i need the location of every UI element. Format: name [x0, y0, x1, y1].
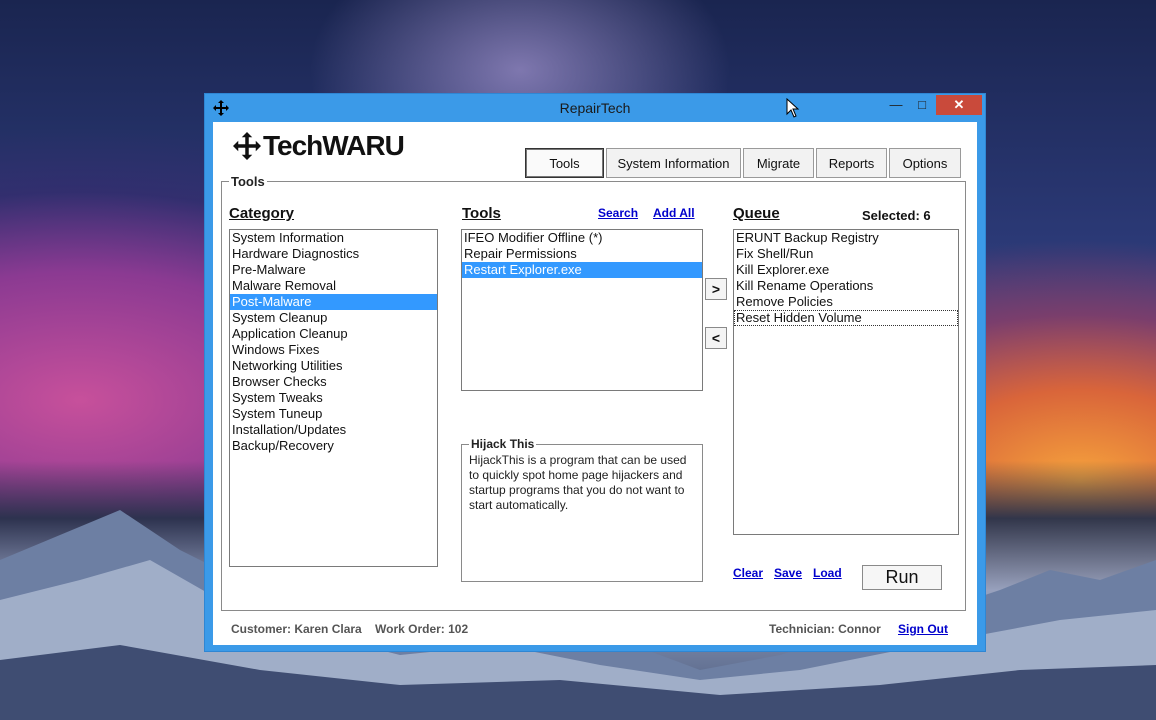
- tool-description-groupbox: Hijack This HijackThis is a program that…: [461, 437, 703, 582]
- technician-label: Technician: Connor: [769, 622, 881, 636]
- tool-item-selected[interactable]: Restart Explorer.exe: [462, 262, 702, 278]
- tools-group-legend: Tools: [229, 174, 267, 189]
- minimize-button[interactable]: —: [883, 95, 909, 115]
- category-item[interactable]: Networking Utilities: [230, 358, 437, 374]
- save-queue-link[interactable]: Save: [774, 566, 802, 580]
- category-item-selected[interactable]: Post-Malware: [230, 294, 437, 310]
- queue-item[interactable]: Remove Policies: [734, 294, 958, 310]
- sign-out-link[interactable]: Sign Out: [898, 622, 948, 636]
- repairtech-window: RepairTech — □ ✕ TechWARU Tools System I…: [204, 93, 986, 652]
- tools-groupbox: Tools Category System Information Hardwa…: [221, 174, 966, 611]
- logo-icon: [233, 132, 261, 160]
- queue-header: Queue: [733, 205, 780, 222]
- remove-from-queue-button[interactable]: <: [705, 327, 727, 349]
- queue-item[interactable]: Kill Explorer.exe: [734, 262, 958, 278]
- run-button[interactable]: Run: [862, 565, 942, 590]
- queue-item[interactable]: Kill Rename Operations: [734, 278, 958, 294]
- logo-text: TechWARU: [263, 130, 405, 161]
- category-item[interactable]: System Tweaks: [230, 390, 437, 406]
- queue-listbox[interactable]: ERUNT Backup Registry Fix Shell/Run Kill…: [733, 229, 959, 535]
- mouse-cursor-icon: [786, 98, 800, 118]
- clear-queue-link[interactable]: Clear: [733, 566, 763, 580]
- work-order-label: Work Order: 102: [375, 622, 469, 636]
- client-area: TechWARU Tools System Information Migrat…: [213, 122, 977, 645]
- tab-reports[interactable]: Reports: [816, 148, 887, 178]
- tab-options[interactable]: Options: [889, 148, 961, 178]
- add-all-link[interactable]: Add All: [653, 206, 695, 220]
- tool-item[interactable]: IFEO Modifier Offline (*): [462, 230, 702, 246]
- tab-migrate[interactable]: Migrate: [743, 148, 814, 178]
- tab-tools[interactable]: Tools: [525, 148, 604, 178]
- tool-description-title: Hijack This: [469, 437, 537, 451]
- queue-item[interactable]: Fix Shell/Run: [734, 246, 958, 262]
- maximize-button[interactable]: □: [909, 95, 935, 115]
- customer-label: Customer: Karen Clara: [231, 622, 362, 636]
- category-item[interactable]: Backup/Recovery: [230, 438, 437, 454]
- category-item[interactable]: Malware Removal: [230, 278, 437, 294]
- tools-header: Tools: [462, 205, 501, 222]
- category-item[interactable]: System Cleanup: [230, 310, 437, 326]
- category-item[interactable]: Browser Checks: [230, 374, 437, 390]
- queue-selected-count: Selected: 6: [862, 208, 931, 223]
- tab-system-information[interactable]: System Information: [606, 148, 741, 178]
- tools-listbox[interactable]: IFEO Modifier Offline (*) Repair Permiss…: [461, 229, 703, 391]
- category-header: Category: [229, 205, 295, 222]
- window-title: RepairTech: [559, 100, 631, 116]
- logo: TechWARU: [233, 130, 405, 162]
- load-queue-link[interactable]: Load: [813, 566, 842, 580]
- queue-item[interactable]: ERUNT Backup Registry: [734, 230, 958, 246]
- category-item[interactable]: Pre-Malware: [230, 262, 437, 278]
- close-button[interactable]: ✕: [936, 95, 982, 115]
- search-link[interactable]: Search: [598, 206, 638, 220]
- tool-item[interactable]: Repair Permissions: [462, 246, 702, 262]
- category-item[interactable]: Windows Fixes: [230, 342, 437, 358]
- add-to-queue-button[interactable]: >: [705, 278, 727, 300]
- category-item[interactable]: System Information: [230, 230, 437, 246]
- queue-item-focused[interactable]: Reset Hidden Volume: [734, 310, 958, 326]
- title-bar[interactable]: RepairTech — □ ✕: [205, 94, 985, 122]
- category-item[interactable]: System Tuneup: [230, 406, 437, 422]
- category-item[interactable]: Hardware Diagnostics: [230, 246, 437, 262]
- category-listbox[interactable]: System Information Hardware Diagnostics …: [229, 229, 438, 567]
- tool-description-text: HijackThis is a program that can be used…: [469, 453, 687, 512]
- category-item[interactable]: Application Cleanup: [230, 326, 437, 342]
- category-item[interactable]: Installation/Updates: [230, 422, 437, 438]
